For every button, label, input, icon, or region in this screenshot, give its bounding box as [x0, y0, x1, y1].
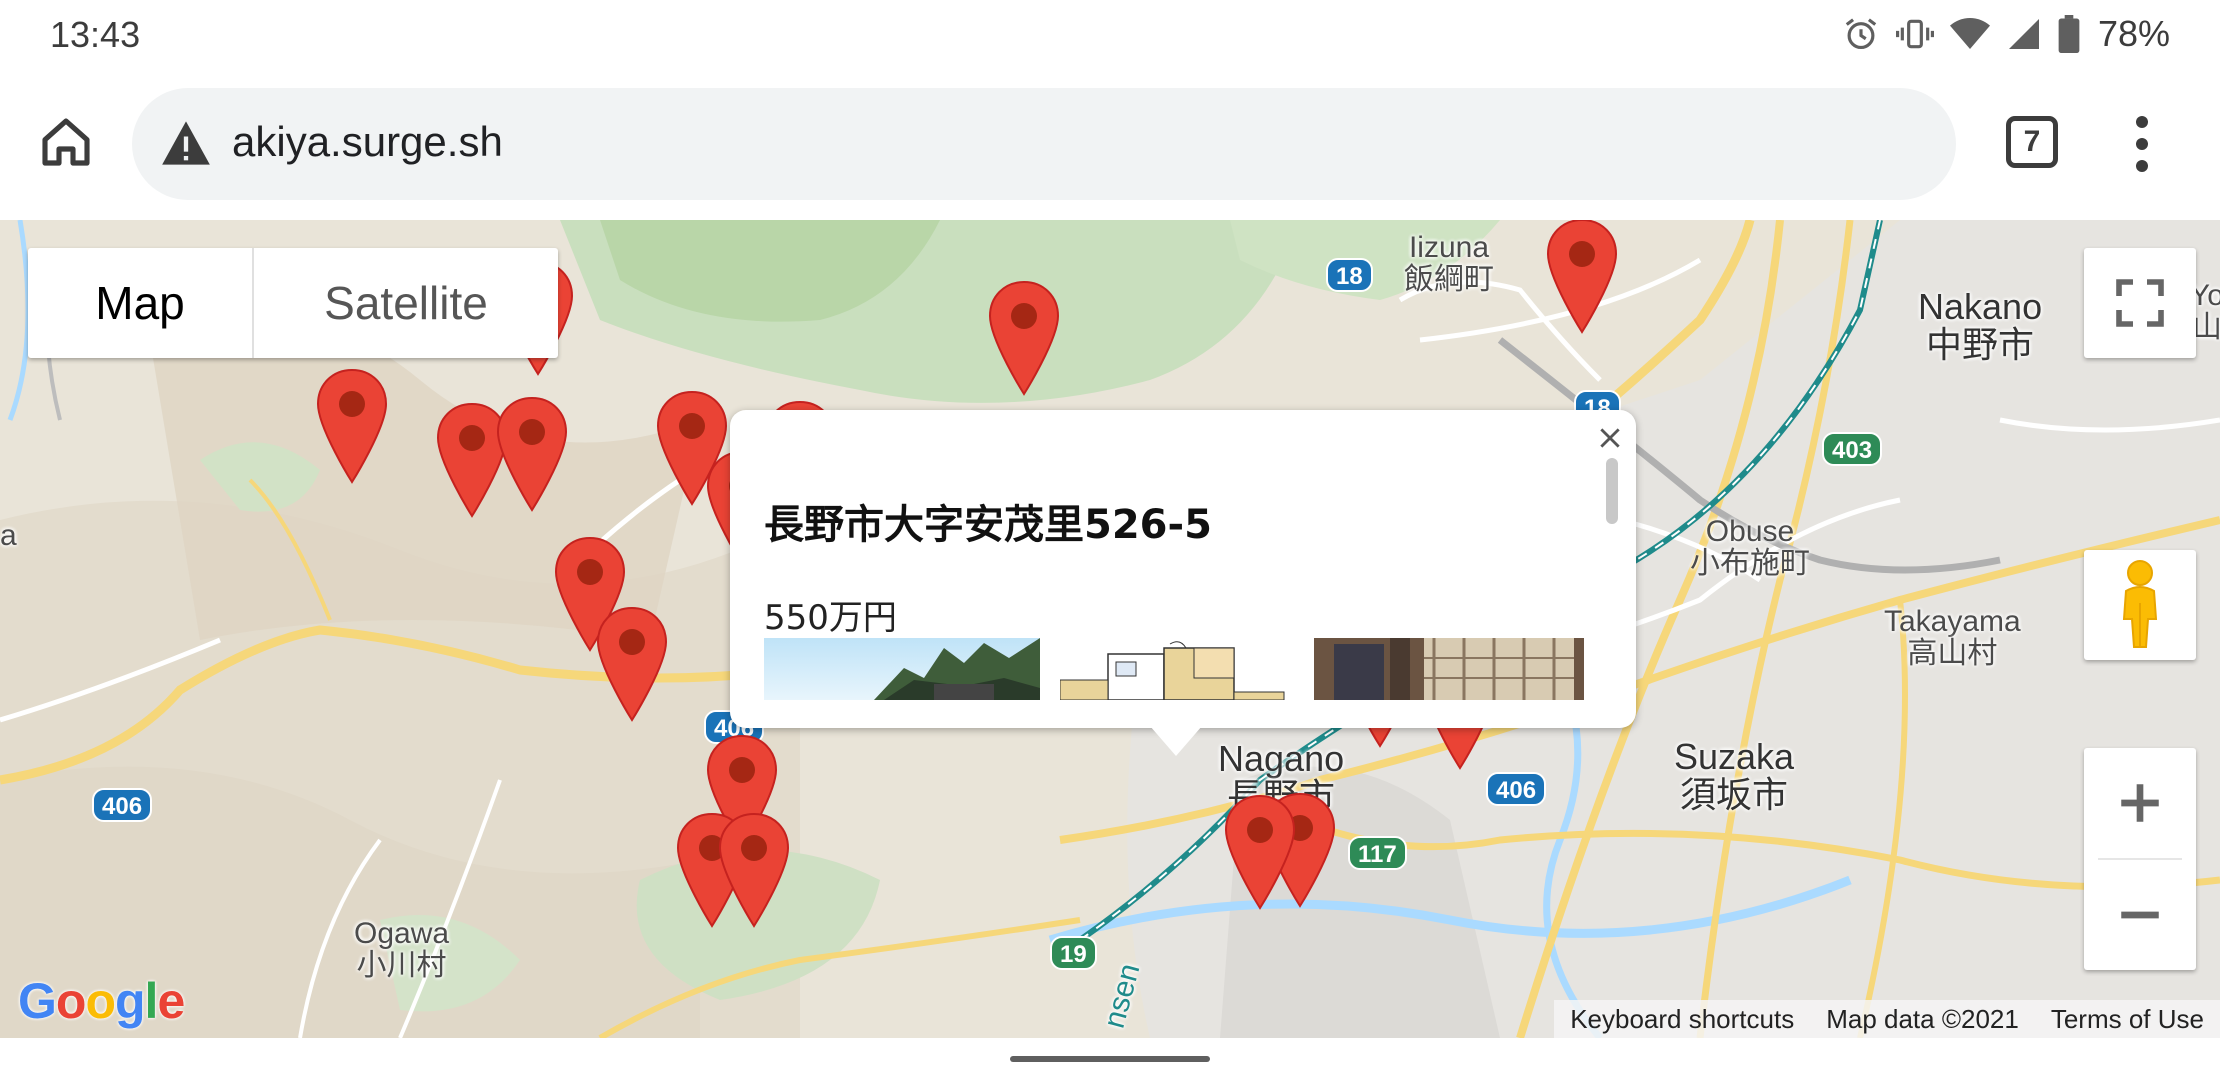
property-marker[interactable] — [988, 280, 1060, 396]
street-view-button[interactable] — [2084, 550, 2196, 660]
place-label-edge-left: a — [0, 519, 17, 552]
map-attribution: Keyboard shortcuts Map data ©2021 Terms … — [1554, 1000, 2220, 1038]
route-shield: 406 — [92, 788, 153, 822]
property-marker[interactable] — [596, 606, 668, 722]
route-shield: 406 — [1486, 772, 1547, 806]
place-label-ogawa: Ogawa 小川村 — [354, 917, 450, 982]
close-icon — [1600, 428, 1620, 448]
property-marker[interactable] — [316, 368, 388, 484]
status-bar: 13:43 78% — [0, 0, 2220, 68]
interior-photo[interactable] — [1314, 638, 1584, 700]
url-bar[interactable]: akiya.surge.sh — [132, 88, 1956, 200]
url-text[interactable]: akiya.surge.sh — [232, 118, 503, 166]
map-type-map-button[interactable]: Map — [28, 248, 254, 358]
map-view[interactable]: Iizuna 飯綱町 Nakano 中野市 Obuse 小布施町 Takayama 高山… — [0, 220, 2220, 1038]
info-window-pointer — [1150, 726, 1202, 756]
info-window[interactable]: 長野市大字安茂里526-5 550万円 — [730, 410, 1636, 728]
listing-price: 550万円 — [764, 598, 897, 638]
navigation-bar — [0, 1038, 2220, 1080]
route-shield: 117 — [1348, 836, 1407, 870]
floor-plan-photo[interactable] — [1060, 638, 1290, 700]
zoom-out-button[interactable] — [2084, 860, 2196, 970]
info-window-close-button[interactable] — [1590, 418, 1630, 458]
fullscreen-button[interactable] — [2084, 248, 2196, 358]
signal-icon — [2008, 19, 2039, 49]
zoom-control — [2084, 748, 2196, 970]
status-time: 13:43 — [50, 14, 141, 55]
place-label-suzaka: Suzaka 須坂市 — [1674, 736, 1795, 815]
place-label-iizuna: Iizuna 飯綱町 — [1404, 231, 1494, 296]
property-marker[interactable] — [1546, 220, 1618, 334]
wifi-icon — [1949, 18, 1990, 49]
minus-icon — [2121, 911, 2159, 919]
keyboard-shortcuts-link[interactable]: Keyboard shortcuts — [1554, 1004, 1810, 1035]
listing-address: 長野市大字安茂里526-5 — [764, 502, 1212, 548]
fullscreen-icon — [2116, 279, 2164, 327]
home-button[interactable] — [36, 112, 96, 172]
property-marker[interactable] — [718, 812, 790, 928]
vibrate-icon — [1895, 19, 1934, 49]
status-icons: 78% — [1842, 10, 2170, 58]
more-menu-button[interactable] — [2120, 116, 2164, 172]
route-shield: 18 — [1326, 258, 1373, 292]
route-shield: 19 — [1050, 936, 1097, 970]
google-logo[interactable]: Google — [18, 972, 185, 1030]
browser-toolbar: akiya.surge.sh 7 — [0, 68, 2220, 220]
property-marker[interactable] — [1224, 794, 1296, 910]
map-type-control: Map Satellite — [28, 248, 558, 358]
place-label-nakano: Nakano 中野市 — [1918, 286, 2043, 365]
property-marker[interactable] — [496, 396, 568, 512]
terms-of-use-link[interactable]: Terms of Use — [2035, 1004, 2220, 1035]
battery-percent: 78% — [2097, 13, 2170, 54]
info-window-scrollbar[interactable] — [1606, 458, 1618, 524]
alarm-icon — [1845, 18, 1877, 50]
map-type-satellite-button[interactable]: Satellite — [254, 248, 558, 358]
listing-photos — [764, 638, 1584, 700]
property-marker[interactable] — [656, 390, 728, 506]
gesture-handle[interactable] — [1010, 1056, 1210, 1062]
home-icon — [42, 118, 90, 166]
place-label-takayama: Takayama 高山村 — [1884, 605, 2021, 670]
map-data-text: Map data ©2021 — [1826, 1003, 2019, 1034]
tab-switcher-button[interactable]: 7 — [2006, 116, 2058, 168]
warning-icon[interactable] — [160, 118, 212, 168]
house-exterior-photo[interactable] — [764, 638, 1040, 700]
zoom-in-button[interactable] — [2084, 748, 2196, 858]
battery-icon — [2058, 15, 2080, 53]
pegman-icon — [2122, 560, 2158, 648]
place-label-obuse: Obuse 小布施町 — [1690, 515, 1810, 580]
route-shield: 403 — [1822, 432, 1883, 466]
plus-icon — [2121, 784, 2159, 822]
